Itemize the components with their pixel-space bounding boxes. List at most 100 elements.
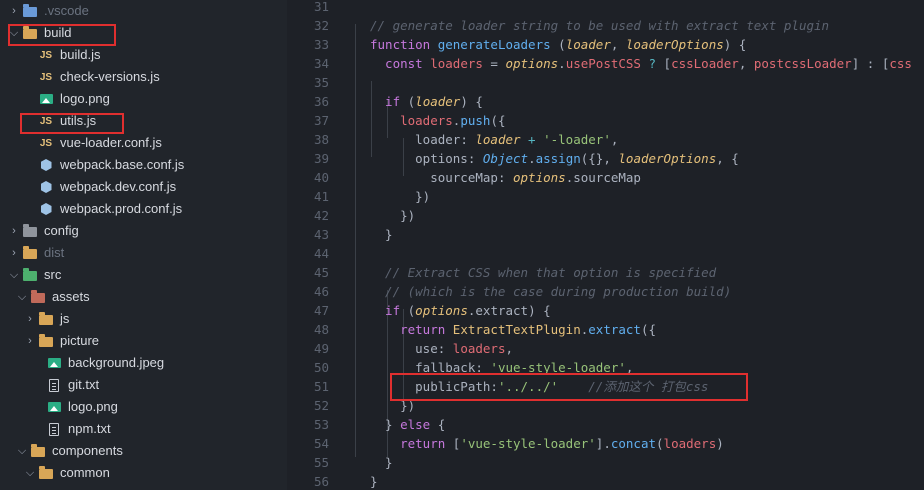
line-number: 37 <box>313 113 329 128</box>
code-line[interactable]: return ['vue-style-loader'].concat(loade… <box>370 434 724 453</box>
code-token: , { <box>716 151 739 166</box>
code-line[interactable]: if (options.extract) { <box>370 301 551 320</box>
picture-folder[interactable]: › picture <box>0 330 287 352</box>
file-git-txt[interactable]: git.txt <box>0 374 287 396</box>
chevron-down-icon[interactable]: ⌵ <box>14 443 30 459</box>
code-line[interactable]: } else { <box>370 415 445 434</box>
code-line[interactable]: } <box>370 472 378 490</box>
line-number: 40 <box>313 170 329 185</box>
code-token: . <box>558 56 566 71</box>
chevron-right-icon[interactable]: › <box>6 245 22 261</box>
line-number: 48 <box>313 322 329 337</box>
code-line[interactable]: }) <box>370 206 415 225</box>
tree-item-label: components <box>52 443 123 458</box>
chevron-right-icon[interactable]: › <box>6 223 22 239</box>
chevron-down-icon[interactable]: ⌵ <box>6 267 22 283</box>
file-logo-png-assets[interactable]: logo.png <box>0 396 287 418</box>
vscode-folder[interactable]: › .vscode <box>0 0 287 22</box>
code-token: , <box>610 132 619 147</box>
code-token: = <box>482 56 506 71</box>
code-token: loaders <box>370 113 453 128</box>
code-line[interactable]: return ExtractTextPlugin.extract({ <box>370 320 656 339</box>
code-line[interactable]: }) <box>370 187 430 206</box>
text-file-icon <box>46 421 62 437</box>
tree-item-label: webpack.prod.conf.js <box>60 201 183 216</box>
folder-icon <box>30 289 46 305</box>
file-vue-loader-conf-js[interactable]: JS vue-loader.conf.js <box>0 132 287 154</box>
code-token: options <box>415 303 468 318</box>
code-token: [ <box>663 56 672 71</box>
code-line[interactable]: options: Object.assign({}, loaderOptions… <box>370 149 739 168</box>
code-line[interactable]: } <box>370 225 393 244</box>
code-token: if <box>370 94 408 109</box>
code-line[interactable]: sourceMap: options.sourceMap <box>370 168 641 187</box>
code-line[interactable]: use: loaders, <box>370 339 513 358</box>
line-number: 54 <box>313 436 329 451</box>
chevron-right-icon[interactable]: › <box>22 311 38 327</box>
file-build-js[interactable]: JS build.js <box>0 44 287 66</box>
javascript-file-icon: JS <box>39 137 53 149</box>
code-line[interactable]: } <box>370 453 393 472</box>
code-token: ({}, <box>580 151 619 166</box>
file-npm-txt[interactable]: npm.txt <box>0 418 287 440</box>
code-editor[interactable]: 31 32 33 34 35 36 37 38 39 40 41 42 43 44 45 46 47 48 49 50… <box>287 0 924 490</box>
tree-item-label: webpack.dev.conf.js <box>60 179 177 194</box>
line-number-gutter: 31 32 33 34 35 36 37 38 39 40 41 42 43 44 45 46 47 48 49 50… <box>287 0 343 490</box>
line-number: 34 <box>313 56 329 71</box>
highlight-build-folder <box>8 24 116 46</box>
code-line[interactable]: // generate loader string to be used wit… <box>370 16 829 35</box>
code-token: , <box>610 37 626 52</box>
line-number: 49 <box>313 341 329 356</box>
tree-item-label: js <box>60 311 70 326</box>
code-line[interactable]: loader: loader + '-loader', <box>370 130 618 149</box>
chevron-right-icon[interactable]: › <box>6 3 22 19</box>
components-folder[interactable]: ⌵ components <box>0 440 287 462</box>
file-webpack-base-conf-js[interactable]: webpack.base.conf.js <box>0 154 287 176</box>
code-token: , <box>505 341 514 356</box>
code-token: push <box>460 113 491 128</box>
webpack-config-icon <box>38 157 54 173</box>
src-folder[interactable]: ⌵ src <box>0 264 287 286</box>
code-token: { <box>437 417 446 432</box>
file-webpack-prod-conf-js[interactable]: webpack.prod.conf.js <box>0 198 287 220</box>
js-folder[interactable]: › js <box>0 308 287 330</box>
chevron-right-icon[interactable]: › <box>22 333 38 349</box>
code-token: ( <box>558 37 566 52</box>
code-token: } <box>370 417 401 432</box>
code-token: options <box>513 170 566 185</box>
code-line[interactable]: loaders.push({ <box>370 111 506 130</box>
code-line[interactable]: const loaders = options.usePostCSS ? [cs… <box>370 54 912 73</box>
chevron-down-icon[interactable]: ⌵ <box>14 289 30 305</box>
vscode-window: › .vscode ⌵ build JS build.js JS check-versions… <box>0 0 924 490</box>
code-token: loader <box>415 94 461 109</box>
code-line[interactable]: // Extract CSS when that option is speci… <box>370 263 716 282</box>
file-check-versions-js[interactable]: JS check-versions.js <box>0 66 287 88</box>
code-token: Object <box>482 151 529 166</box>
code-token: ({ <box>490 113 506 128</box>
code-token: + <box>520 132 544 147</box>
file-background-jpeg[interactable]: background.jpeg <box>0 352 287 374</box>
code-token: 'vue-style-loader' <box>460 436 596 451</box>
chevron-down-icon[interactable]: ⌵ <box>22 465 38 481</box>
code-token: options <box>370 151 468 166</box>
config-folder[interactable]: › config <box>0 220 287 242</box>
tree-item-label: picture <box>60 333 100 348</box>
tree-item-label: assets <box>52 289 90 304</box>
code-line[interactable]: if (loader) { <box>370 92 483 111</box>
tree-item-label: config <box>44 223 79 238</box>
assets-folder[interactable]: ⌵ assets <box>0 286 287 308</box>
code-line[interactable]: function generateLoaders (loader, loader… <box>370 35 746 54</box>
code-token: loaderOptions <box>625 37 724 52</box>
tree-item-label: webpack.base.conf.js <box>60 157 185 172</box>
file-webpack-dev-conf-js[interactable]: webpack.dev.conf.js <box>0 176 287 198</box>
dist-folder[interactable]: › dist <box>0 242 287 264</box>
code-token: } <box>370 455 393 470</box>
file-logo-png[interactable]: logo.png <box>0 88 287 110</box>
common-folder[interactable]: ⌵ common <box>0 462 287 484</box>
code-line[interactable]: // (which is the case during production … <box>370 282 731 301</box>
line-number: 55 <box>313 455 329 470</box>
code-token: options <box>505 56 559 71</box>
code-token: postcssLoader <box>753 56 852 71</box>
tree-item-label: git.txt <box>68 377 100 392</box>
code-token: . <box>528 151 536 166</box>
